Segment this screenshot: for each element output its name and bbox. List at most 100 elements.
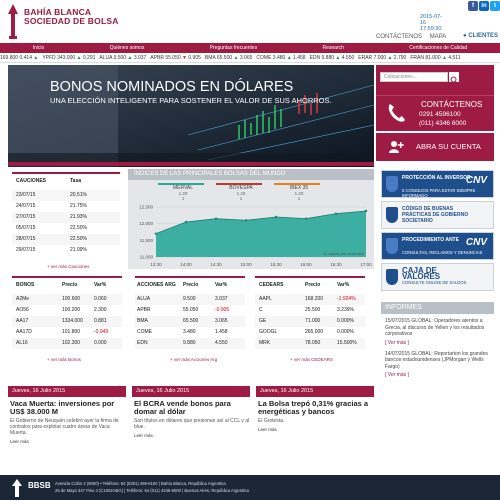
linkedin-icon[interactable]: in xyxy=(479,1,489,11)
ticker-symbol: COME xyxy=(256,54,273,61)
table-row[interactable]: 27/07/15 21.93% xyxy=(12,212,120,223)
table-row[interactable]: EDN 9.880 4.550 xyxy=(135,338,245,349)
table-header: ACCIONES ARG xyxy=(137,282,176,288)
nav-research[interactable]: Research xyxy=(323,45,344,51)
more-link[interactable]: + ver más Bonos xyxy=(47,357,81,362)
data-point[interactable] xyxy=(154,232,158,235)
table-row[interactable]: AA17D 101.800 -0.049 xyxy=(12,327,122,338)
contact-box[interactable]: CONTÁCTENOS 0291 4596100 (011) 4346 6000 xyxy=(376,95,494,131)
abra-cuenta-button[interactable]: ABRA SU CUENTA xyxy=(376,133,494,161)
table-row[interactable]: MRK 78.050 15.500% xyxy=(255,338,365,349)
table-row[interactable]: AL16 102.300 0.000 xyxy=(12,338,122,349)
table-row[interactable]: AA17 1334.000 0.881 xyxy=(12,316,122,327)
ticker-item[interactable]: ALUA 9.500 ▲ 3.037 xyxy=(99,55,146,61)
table-row[interactable]: ALUA 9.500 3.037 xyxy=(135,294,245,305)
ticker-item[interactable]: FRAN 81.000 ▲ 4.511 xyxy=(410,55,460,61)
table-cell: 101.800 xyxy=(62,329,81,335)
ticker-value: 9.500 xyxy=(113,54,128,61)
ad-banner[interactable]: CAJA DE VALORES CONSULTE ONLINE DE SALDOS xyxy=(381,263,494,291)
legend-item[interactable]: MERVAL 1.20 1 xyxy=(158,183,208,201)
ad-banner[interactable]: PROTECCIÓN AL INVERSOR 5 CONSEJOS PARA ES… xyxy=(381,170,494,198)
nav-preguntas[interactable]: Preguntas frecuentes xyxy=(210,45,258,51)
hero-banner[interactable]: BONOS NOMINADOS EN DÓLARES UNA ELECCIÓN … xyxy=(8,65,374,167)
ticker-change: 4.550 xyxy=(340,54,355,61)
informe-item[interactable]: 14/07/2015 GLOBAL: Reportarton los grand… xyxy=(385,351,490,379)
news-title[interactable]: El BCRA vende bonos para domar al dólar xyxy=(132,400,250,416)
news-title[interactable]: Vaca Muerta: inversiones por US$ 38.000 … xyxy=(8,400,126,416)
map-link[interactable]: MAPA xyxy=(430,34,447,40)
news-card[interactable]: Jueves, 16 Julio 2015 El BCRA vende bonos… xyxy=(132,386,250,454)
table-row[interactable]: 23/07/15 20.51% xyxy=(12,190,120,201)
table-row[interactable]: 28/07/15 22.50% xyxy=(12,234,120,245)
informe-more-link[interactable]: [ Ver más ] xyxy=(385,340,490,346)
table-row[interactable]: GOOGL 265.000 0.000% xyxy=(255,327,365,338)
table-cell: A2Me xyxy=(16,296,30,302)
x-tick-label: 15:00 xyxy=(240,262,252,267)
more-link[interactable]: + ver más CEDEARS xyxy=(290,357,333,362)
data-point[interactable] xyxy=(214,217,218,220)
table-row[interactable]: APBR 55.050 -0.905 xyxy=(135,305,245,316)
informe-more-link[interactable]: [ Ver más ] xyxy=(385,372,490,378)
table-row[interactable]: A2Me 100.600 0.060 xyxy=(12,294,122,305)
y-tick-label: 11,000 xyxy=(140,255,154,260)
data-point[interactable] xyxy=(274,215,278,219)
logo-icon[interactable] xyxy=(6,4,20,40)
table-cell: 15.500% xyxy=(337,340,357,346)
ticker-item[interactable]: COME 3.480 ▲ 1.458 xyxy=(256,55,305,61)
table-row[interactable]: AO56 100.200 2.300 xyxy=(12,305,122,316)
read-more-link[interactable]: Leer más xyxy=(256,427,374,432)
ticker-item[interactable]: APBR 55.050 ▼ 0.905 xyxy=(150,55,201,61)
nav-inicio[interactable]: Inicio xyxy=(33,45,45,51)
nav-certificaciones[interactable]: Certificaciones de Calidad xyxy=(409,45,467,51)
ad-banner[interactable]: CÓDIGO DE BUENAS PRÁCTICAS DE GOBIERNO S… xyxy=(381,201,494,229)
ticker-item[interactable]: ERAR 7.000 ▲ 2.790 xyxy=(358,55,406,61)
clientes-link[interactable]: ● CLIENTES xyxy=(463,33,498,39)
table-cell: 100.200 xyxy=(62,307,81,313)
facebook-icon[interactable]: f xyxy=(468,1,478,11)
ticker-item[interactable]: EDN 9.880 ▲ 4.550 xyxy=(310,55,355,61)
data-point[interactable] xyxy=(184,220,188,224)
data-point[interactable] xyxy=(334,212,338,215)
nav-quienes[interactable]: Quiénes somos xyxy=(110,45,145,51)
ticker-symbol: APBR xyxy=(150,54,166,61)
ticker-change: 4.511 xyxy=(446,54,461,61)
table-cell: GE xyxy=(259,318,267,324)
informe-item[interactable]: 15/07/2015 GLOBAL: Operadores atentos a … xyxy=(385,318,490,346)
table-row[interactable]: C 25.500 3.239% xyxy=(255,305,365,316)
table-row[interactable]: GE 71.000 0.000% xyxy=(255,316,365,327)
read-more-link[interactable]: Leer más xyxy=(8,439,126,444)
news-card[interactable]: Jueves, 16 Julio 2015 Vaca Muerta: invers… xyxy=(8,386,126,454)
twitter-icon[interactable]: t xyxy=(490,1,500,11)
more-link[interactable]: + ver más Acciones Arg xyxy=(170,357,217,362)
data-point[interactable] xyxy=(304,217,308,220)
logo-text[interactable]: BAHÍA BLANCA SOCIEDAD DE BOLSA xyxy=(24,8,119,26)
contact-link[interactable]: CONTÁCTENOS xyxy=(376,34,422,40)
data-point[interactable] xyxy=(244,219,248,222)
search-input[interactable]: Cotizaciones... xyxy=(380,72,448,82)
read-more-link[interactable]: Leer más xyxy=(132,433,250,438)
table-row[interactable]: BMA 65.500 3.065 xyxy=(135,316,245,327)
table-row[interactable]: 24/07/15 21.75% xyxy=(12,201,120,212)
timestamp: 2015-07-16 17:59:30 xyxy=(420,14,443,32)
table-cell: 0.881 xyxy=(94,318,107,324)
legend-item[interactable]: IBEX 35 1.20 1 xyxy=(274,183,324,201)
search-icon[interactable] xyxy=(449,72,459,84)
table-row[interactable]: 05/07/15 22.50% xyxy=(12,223,120,234)
ticker-item[interactable]: YPFD 343.000 ▲ 0.291 xyxy=(42,55,95,61)
table-row[interactable]: 29/07/15 21.09% xyxy=(12,245,120,256)
ad-banner[interactable]: PROCEDIMIENTO ANTE CONSULTAS, RECLAMOS Y … xyxy=(381,232,494,260)
more-link[interactable]: + ver más Cauciones xyxy=(47,264,89,269)
x-tick-label: 14:00 xyxy=(180,262,192,267)
ticker-item[interactable]: 169.800 0.414 ▲ xyxy=(0,55,38,61)
table-row[interactable]: COME 3.480 1.458 xyxy=(135,327,245,338)
news-title[interactable]: La Bolsa trepó 0,31% gracias a energétic… xyxy=(256,400,374,416)
table-row[interactable]: AAPL 168.200 -1.924% xyxy=(255,294,365,305)
table-cell: BMA xyxy=(137,318,148,324)
x-tick-label: 14:30 xyxy=(210,262,222,267)
data-point[interactable] xyxy=(364,209,368,213)
table-cell: MRK xyxy=(259,340,271,346)
table-header: CEDEARS xyxy=(259,282,284,288)
legend-item[interactable]: BOVESPA 1.20 1 xyxy=(216,183,266,201)
ticker-item[interactable]: BMA 65.500 ▲ 3.065 xyxy=(205,55,253,61)
news-card[interactable]: Jueves, 16 Julio 2015 La Bolsa trepó 0,31… xyxy=(256,386,374,454)
